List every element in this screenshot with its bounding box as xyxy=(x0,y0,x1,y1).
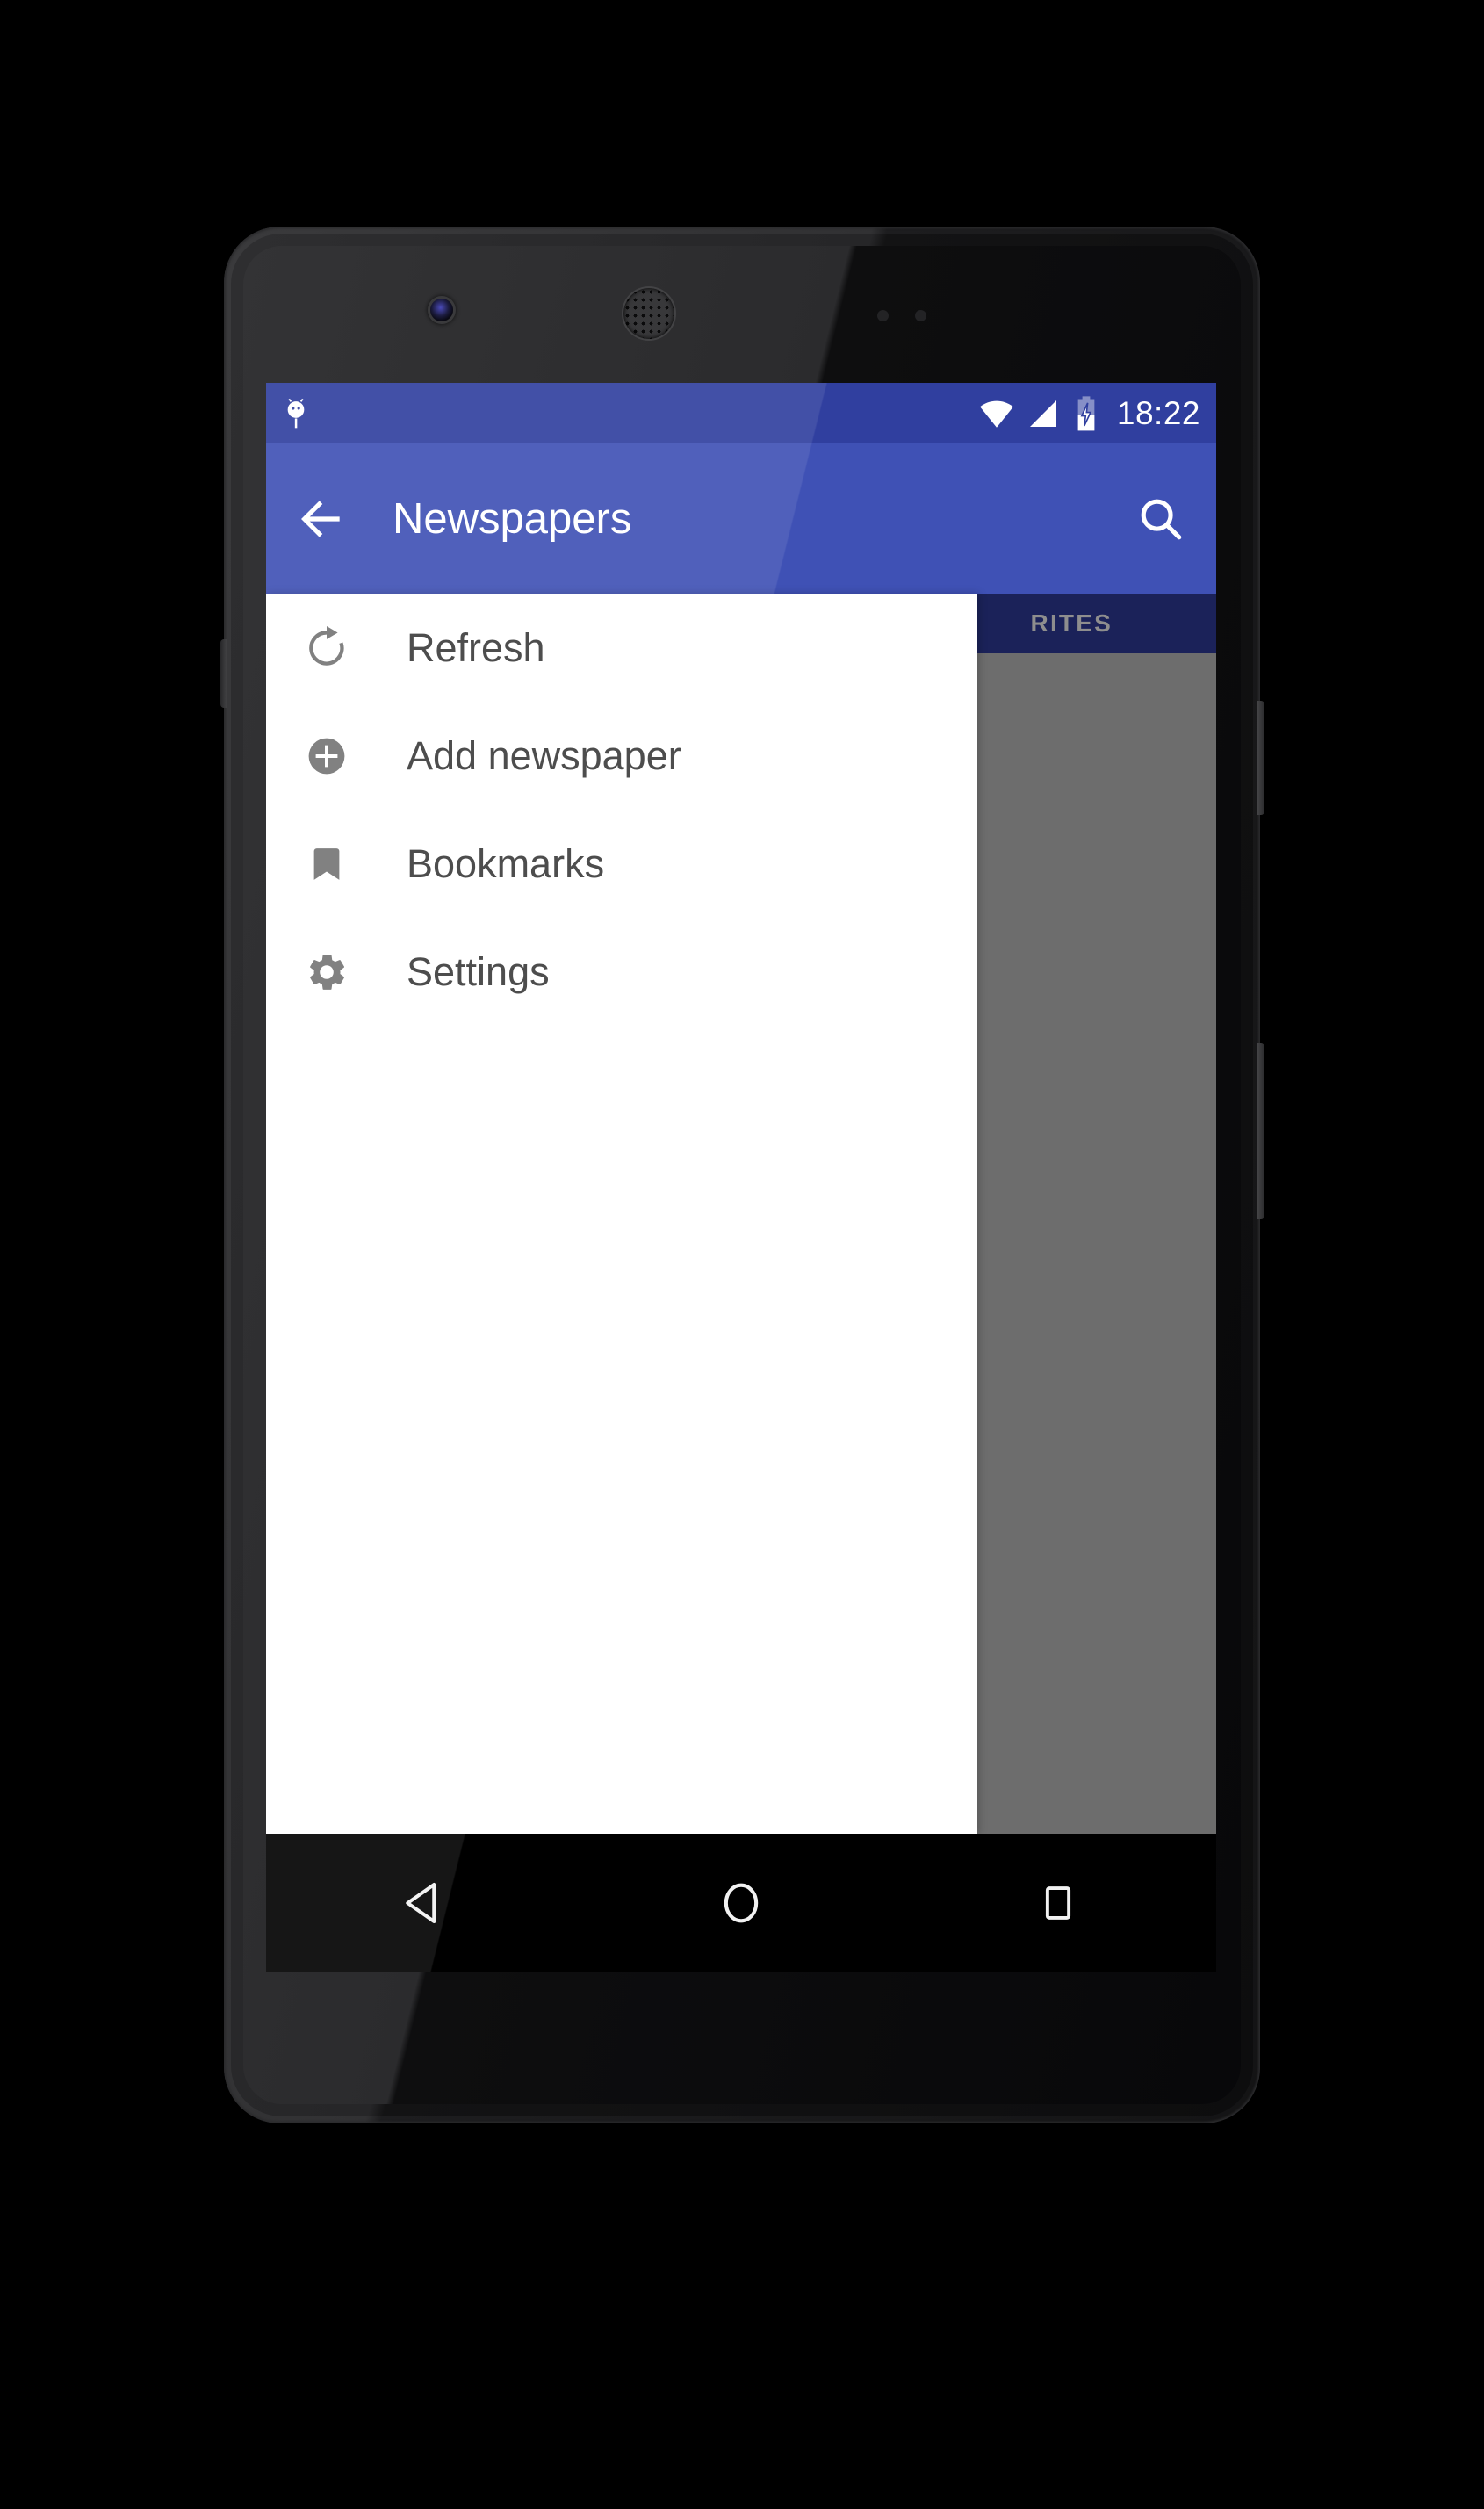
battery-charging-icon xyxy=(1077,395,1095,430)
phone-screen: 18:22 Newspapers RITES er xyxy=(266,383,1216,1972)
menu-item-settings[interactable]: Settings xyxy=(266,918,977,1026)
nav-home-button[interactable] xyxy=(583,1834,900,1972)
status-bar-right-icons: 18:22 xyxy=(978,394,1200,433)
gear-icon xyxy=(303,948,350,996)
arrow-back-icon[interactable] xyxy=(294,492,349,546)
wifi-full-icon xyxy=(980,400,1013,428)
nav-home-circle-icon xyxy=(724,1883,759,1923)
tab-favorites-label[interactable]: RITES xyxy=(1031,609,1113,638)
proximity-sensor-icon xyxy=(877,310,889,321)
page-title: Newspapers xyxy=(393,494,632,543)
add-circle-icon xyxy=(303,732,350,780)
menu-item-add-newspaper[interactable]: Add newspaper xyxy=(266,702,977,810)
status-bar-clock: 18:22 xyxy=(1116,394,1200,431)
menu-item-label: Settings xyxy=(407,948,550,994)
bookmark-icon xyxy=(303,840,350,888)
menu-item-refresh[interactable]: Refresh xyxy=(266,594,977,702)
app-bar: Newspapers xyxy=(266,443,1216,594)
earpiece-speaker xyxy=(623,288,674,339)
ambient-light-sensor-icon xyxy=(915,310,926,321)
nav-recents-button[interactable] xyxy=(899,1834,1216,1972)
cellular-signal-icon xyxy=(1029,400,1056,427)
menu-item-label: Bookmarks xyxy=(407,840,605,886)
android-debug-bug-icon xyxy=(287,398,305,428)
overflow-menu-panel: Refresh Add newspaper Bookmarks Settings xyxy=(266,594,977,1834)
sim-tray xyxy=(220,639,227,708)
search-icon[interactable] xyxy=(1135,494,1186,544)
front-camera xyxy=(430,299,453,321)
nav-back-button[interactable] xyxy=(266,1834,583,1972)
status-bar: 18:22 xyxy=(266,383,1216,443)
android-navigation-bar xyxy=(266,1834,1216,1972)
nav-recents-square-icon xyxy=(1045,1886,1070,1920)
volume-rocker[interactable] xyxy=(1257,1043,1264,1219)
phone-device: 18:22 Newspapers RITES er xyxy=(220,227,1264,2123)
refresh-icon xyxy=(303,624,350,672)
menu-item-bookmarks[interactable]: Bookmarks xyxy=(266,810,977,918)
menu-item-label: Add newspaper xyxy=(407,732,681,778)
menu-item-label: Refresh xyxy=(407,624,545,670)
nav-back-triangle-icon xyxy=(406,1883,436,1923)
power-button[interactable] xyxy=(1257,701,1264,815)
